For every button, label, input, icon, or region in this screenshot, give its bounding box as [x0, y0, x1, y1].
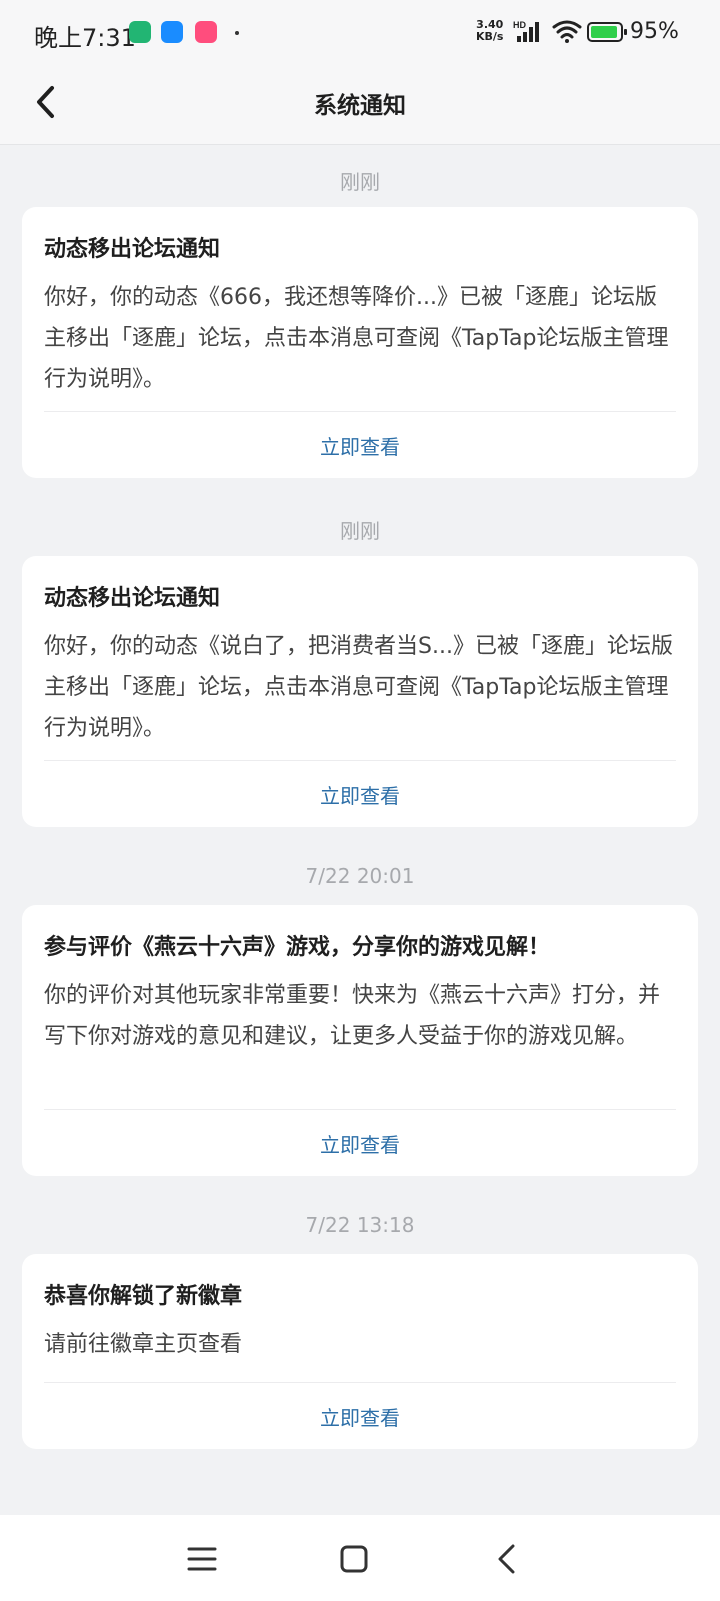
- more-notifications-dot: [235, 31, 239, 35]
- view-now-button[interactable]: 立即查看: [22, 780, 698, 809]
- notification-time: 7/22 13:18: [305, 1213, 415, 1237]
- chat-app-icon: [195, 21, 217, 43]
- home-square-icon: [340, 1545, 368, 1573]
- wifi-icon: [552, 20, 582, 43]
- notification-time: 刚刚: [340, 170, 380, 194]
- notification-card[interactable]: 恭喜你解锁了新徽章 请前往徽章主页查看 立即查看: [22, 1254, 698, 1449]
- notification-card[interactable]: 参与评价《燕云十六声》游戏，分享你的游戏见解！ 你的评价对其他玩家非常重要！快来…: [22, 905, 698, 1176]
- notification-body: 你好，你的动态《说白了，把消费者当S...》已被「逐鹿」论坛版主移出「逐鹿」论坛…: [44, 634, 673, 741]
- menu-button[interactable]: [185, 1541, 221, 1577]
- network-speed-unit: KB/s: [476, 30, 504, 43]
- notification-title: 恭喜你解锁了新徽章: [44, 1284, 243, 1309]
- shield-app-icon: [129, 21, 151, 43]
- card-divider: [44, 1109, 676, 1110]
- card-divider: [44, 1382, 676, 1383]
- page-title: 系统通知: [314, 93, 406, 119]
- notification-body: 你好，你的动态《666，我还想等降价...》已被「逐鹿」论坛版主移出「逐鹿」论坛…: [44, 285, 669, 392]
- nav-back-button[interactable]: [490, 1541, 526, 1577]
- notification-card[interactable]: 动态移出论坛通知 你好，你的动态《说白了，把消费者当S...》已被「逐鹿」论坛版…: [22, 556, 698, 827]
- notification-body: 你的评价对其他玩家非常重要！快来为《燕云十六声》打分，并写下你对游戏的意见和建议…: [44, 983, 661, 1049]
- notification-time: 刚刚: [340, 519, 380, 543]
- status-bar: 晚上7:31 3.40 KB/s HD 95%: [0, 0, 720, 66]
- status-time: 晚上7:31: [34, 24, 136, 52]
- signal-icon: HD: [513, 20, 539, 42]
- system-nav-bar: [0, 1515, 720, 1601]
- battery-percent: 95%: [630, 19, 679, 44]
- card-divider: [44, 411, 676, 412]
- network-speed: 3.40 KB/s: [476, 19, 503, 43]
- page-header: 系统通知: [0, 66, 720, 145]
- notification-time: 7/22 20:01: [305, 864, 415, 888]
- notification-title: 动态移出论坛通知: [44, 586, 221, 611]
- view-now-button[interactable]: 立即查看: [22, 1402, 698, 1431]
- nav-back-icon: [498, 1544, 515, 1574]
- card-divider: [44, 760, 676, 761]
- notification-title: 参与评价《燕云十六声》游戏，分享你的游戏见解！: [44, 935, 551, 960]
- notification-card[interactable]: 动态移出论坛通知 你好，你的动态《666，我还想等降价...》已被「逐鹿」论坛版…: [22, 207, 698, 478]
- view-now-button[interactable]: 立即查看: [22, 431, 698, 460]
- hd-label: HD: [513, 20, 526, 30]
- view-now-button[interactable]: 立即查看: [22, 1129, 698, 1158]
- notification-body: 请前往徽章主页查看: [44, 1332, 243, 1357]
- notification-title: 动态移出论坛通知: [44, 237, 221, 262]
- home-button[interactable]: [336, 1541, 372, 1577]
- cloud-app-icon: [161, 21, 183, 43]
- battery-icon: [587, 22, 627, 42]
- menu-icon: [187, 1547, 217, 1571]
